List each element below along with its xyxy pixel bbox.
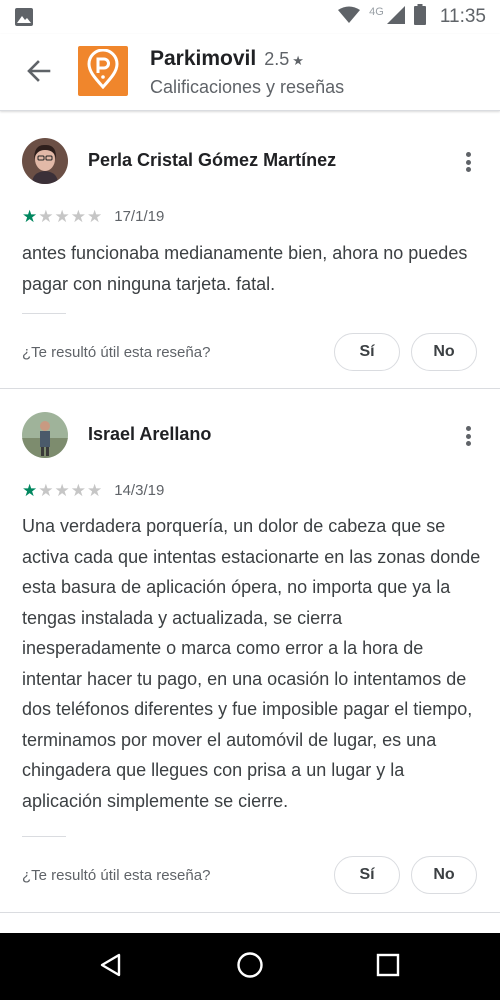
app-name: Parkimovil	[150, 47, 257, 70]
star-rating: ★ ★ ★ ★ ★	[22, 482, 102, 499]
nav-home-button[interactable]	[232, 949, 268, 985]
network-label: 4G	[369, 6, 384, 18]
star-icon: ★	[87, 481, 103, 500]
divider	[22, 313, 66, 314]
square-recents-icon	[375, 952, 401, 983]
reviewer-name: Perla Cristal Gómez Martínez	[88, 150, 337, 170]
circle-home-icon	[236, 951, 264, 984]
star-icon: ★	[54, 481, 70, 500]
app-icon[interactable]	[78, 46, 128, 96]
star-icon: ★	[54, 207, 70, 226]
star-icon: ★	[38, 481, 54, 500]
avatar[interactable]	[22, 138, 68, 184]
star-icon: ★	[22, 481, 38, 500]
nav-back-button[interactable]	[93, 949, 129, 985]
reviewer-name: Israel Arellano	[88, 424, 212, 444]
navigation-bar	[0, 933, 500, 1000]
image-icon	[14, 7, 34, 32]
parking-pin-logo-icon	[86, 48, 120, 94]
app-header: Parkimovil 2.5 ★ Calificaciones y reseña…	[0, 34, 500, 111]
avatar[interactable]	[22, 412, 68, 458]
status-bar: 4G 11:35	[0, 0, 500, 34]
more-options-icon[interactable]	[458, 148, 478, 176]
helpful-yes-button[interactable]: Sí	[334, 856, 400, 894]
star-icon: ★	[87, 207, 103, 226]
app-rating: 2.5	[264, 49, 290, 69]
clock: 11:35	[439, 6, 486, 27]
divider	[22, 836, 66, 837]
star-icon: ★	[38, 207, 54, 226]
helpful-no-button[interactable]: No	[411, 333, 477, 371]
battery-icon	[413, 4, 426, 30]
review-text: antes funcionaba medianamente bien, ahor…	[22, 243, 468, 294]
helpful-no-button[interactable]: No	[411, 856, 477, 894]
back-button[interactable]	[22, 56, 56, 90]
arrow-back-icon	[26, 58, 52, 89]
helpful-yes-button[interactable]: Sí	[334, 333, 400, 371]
rating-row: ★ ★ ★ ★ ★ 14/3/19	[22, 482, 164, 499]
page-subtitle: Calificaciones y reseñas	[150, 77, 345, 97]
helpful-question: ¿Te resultó útil esta reseña?	[22, 867, 211, 884]
star-rating: ★ ★ ★ ★ ★	[22, 208, 102, 225]
app-title-row: Parkimovil 2.5 ★	[150, 47, 304, 71]
review-date: 17/1/19	[114, 208, 165, 225]
review-date: 14/3/19	[114, 482, 165, 499]
nav-recents-button[interactable]	[370, 949, 406, 985]
signal-icon	[386, 5, 406, 30]
triangle-back-icon	[98, 952, 124, 983]
star-icon: ★	[22, 207, 38, 226]
star-icon: ★	[292, 53, 304, 68]
star-icon: ★	[70, 207, 86, 226]
review-text: Una verdadera porquería, un dolor de cab…	[22, 516, 481, 811]
rating-row: ★ ★ ★ ★ ★ 17/1/19	[22, 208, 164, 225]
star-icon: ★	[70, 481, 86, 500]
review-card: Perla Cristal Gómez Martínez ★ ★ ★ ★ ★ 1…	[0, 118, 500, 389]
helpful-question: ¿Te resultó útil esta reseña?	[22, 344, 211, 361]
review-card: Israel Arellano ★ ★ ★ ★ ★ 14/3/19 Una ve…	[0, 392, 500, 913]
more-options-icon[interactable]	[458, 422, 478, 450]
wifi-icon	[337, 6, 361, 29]
